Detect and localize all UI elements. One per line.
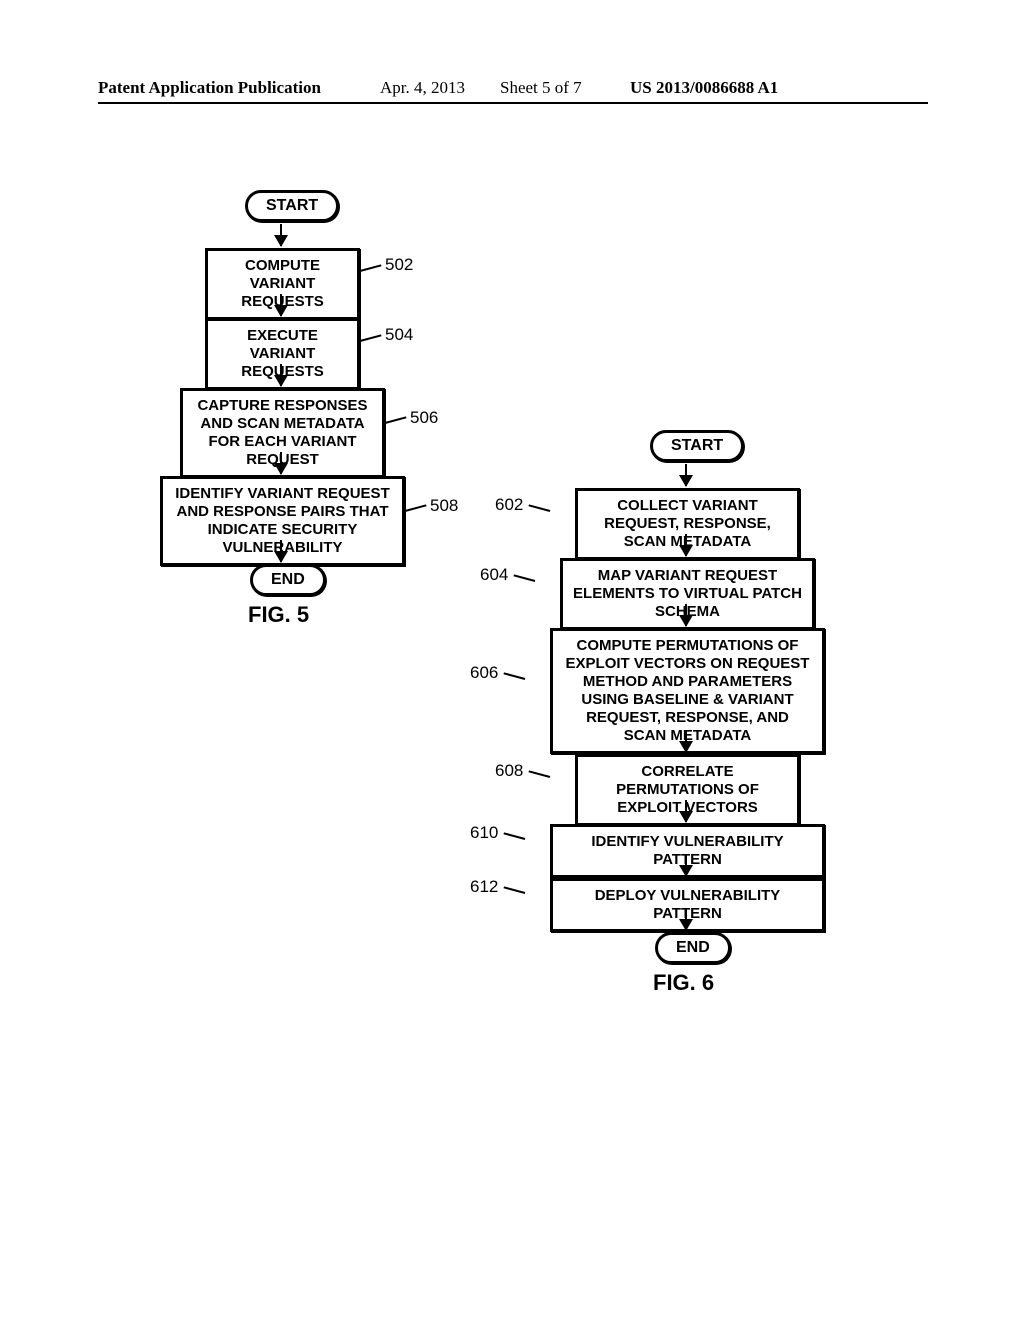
fig6-start-terminator: START [650, 430, 744, 462]
leader-line [503, 886, 525, 894]
fig6-step-602-text: COLLECT VARIANT REQUEST, RESPONSE, SCAN … [604, 497, 771, 550]
arrow-icon [280, 224, 282, 246]
ref-610: 610 [470, 823, 498, 843]
fig6-step-612-text: DEPLOY VULNERABILITY PATTERN [595, 887, 781, 922]
fig5-start-terminator: START [245, 190, 339, 222]
sheet-indicator: Sheet 5 of 7 [500, 78, 582, 98]
fig6-step-606: COMPUTE PERMUTATIONS OF EXPLOIT VECTORS … [550, 628, 825, 754]
ref-604: 604 [480, 565, 508, 585]
fig6-caption: FIG. 6 [653, 970, 714, 996]
ref-602: 602 [495, 495, 523, 515]
leader-line [503, 832, 525, 840]
publication-label: Patent Application Publication [98, 78, 321, 98]
arrow-icon [685, 908, 687, 930]
arrow-icon [685, 800, 687, 822]
publication-date: Apr. 4, 2013 [380, 78, 465, 98]
fig5-step-508-text: IDENTIFY VARIANT REQUEST AND RESPONSE PA… [175, 485, 389, 556]
leader-line [385, 416, 407, 424]
arrow-icon [685, 604, 687, 626]
ref-608: 608 [495, 761, 523, 781]
leader-line [503, 672, 525, 680]
leader-line [405, 504, 427, 512]
arrow-icon [280, 540, 282, 562]
arrow-icon [685, 730, 687, 752]
arrow-icon [280, 452, 282, 474]
fig6-end-terminator: END [655, 932, 731, 964]
ref-506: 506 [410, 408, 438, 428]
fig6-end-label: END [676, 939, 710, 956]
ref-504: 504 [385, 325, 413, 345]
fig5-end-label: END [271, 571, 305, 588]
fig6-step-608-text: CORRELATE PERMUTATIONS OF EXPLOIT VECTOR… [616, 763, 759, 816]
header-divider [98, 102, 928, 104]
arrow-icon [685, 534, 687, 556]
leader-line [528, 770, 550, 778]
arrow-icon [685, 854, 687, 876]
fig6-step-604-text: MAP VARIANT REQUEST ELEMENTS TO VIRTUAL … [573, 567, 802, 620]
ref-606: 606 [470, 663, 498, 683]
fig6-step-610-text: IDENTIFY VULNERABILITY PATTERN [591, 833, 783, 868]
fig6-start-label: START [671, 437, 723, 454]
arrow-icon [280, 364, 282, 386]
leader-line [513, 574, 535, 582]
fig5-step-506-text: CAPTURE RESPONSES AND SCAN METADATA FOR … [197, 397, 367, 468]
publication-number: US 2013/0086688 A1 [630, 78, 778, 98]
ref-508: 508 [430, 496, 458, 516]
ref-612: 612 [470, 877, 498, 897]
fig5-caption: FIG. 5 [248, 602, 309, 628]
ref-502: 502 [385, 255, 413, 275]
fig5-start-label: START [266, 197, 318, 214]
fig6-step-606-text: COMPUTE PERMUTATIONS OF EXPLOIT VECTORS … [566, 637, 810, 744]
leader-line [360, 334, 382, 342]
leader-line [360, 264, 382, 272]
arrow-icon [280, 294, 282, 316]
arrow-icon [685, 464, 687, 486]
leader-line [528, 504, 550, 512]
fig5-end-terminator: END [250, 564, 326, 596]
fig5-step-502-text: COMPUTE VARIANT REQUESTS [241, 257, 324, 310]
fig5-step-504-text: EXECUTE VARIANT REQUESTS [241, 327, 324, 380]
